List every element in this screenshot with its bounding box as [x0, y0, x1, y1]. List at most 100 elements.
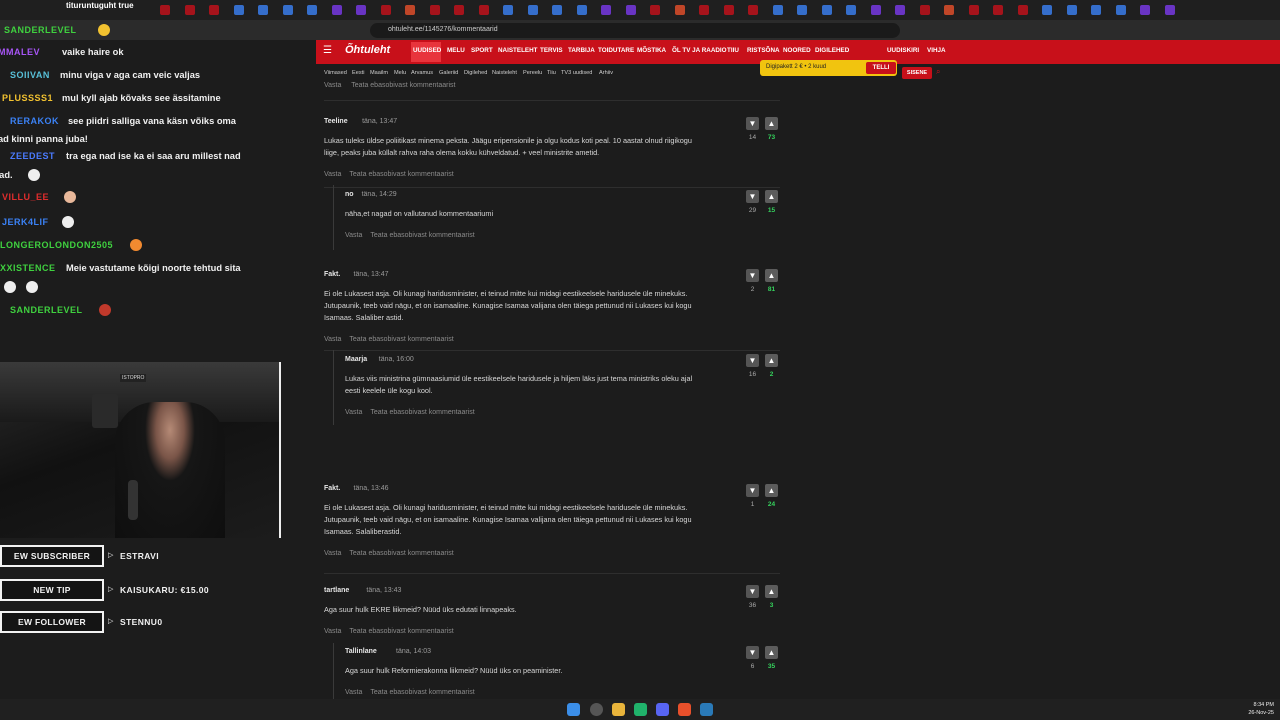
browser-tab[interactable] — [282, 5, 293, 15]
reply-link[interactable]: Vasta — [345, 232, 362, 239]
browser-tab[interactable] — [1042, 5, 1052, 15]
browser-tab[interactable] — [723, 5, 734, 15]
menu-icon[interactable]: ☰ — [323, 45, 332, 56]
subnav-item[interactable]: Digilehed — [464, 70, 487, 76]
report-link[interactable]: Teata ebasobivast kommentaarist — [349, 336, 453, 343]
chat-username[interactable]: SANDERLEVEL — [10, 305, 83, 315]
report-link[interactable]: Teata ebasobivast kommentaarist — [349, 550, 453, 557]
brave-icon[interactable] — [678, 703, 691, 716]
thumbs-down-icon[interactable]: ▼ — [746, 354, 759, 367]
browser-tab[interactable] — [895, 5, 905, 15]
nav-item[interactable]: SPORT — [471, 47, 493, 54]
browser-tab[interactable] — [919, 5, 930, 15]
reply-link[interactable]: Vasta — [345, 409, 362, 416]
report-link[interactable]: Teata ebasobivast kommentaarist — [349, 171, 453, 178]
comment-author[interactable]: tartlane — [324, 587, 349, 594]
discord-icon[interactable] — [656, 703, 669, 716]
browser-tab[interactable] — [160, 5, 170, 15]
browser-tab[interactable] — [552, 5, 562, 15]
subnav-item[interactable]: Arhiiv — [599, 70, 613, 76]
chat-username[interactable]: RERAKOK — [10, 116, 59, 126]
files-icon[interactable] — [612, 703, 625, 716]
thumbs-up-icon[interactable]: ▲ — [765, 484, 778, 497]
browser-tab[interactable] — [380, 5, 391, 15]
thumbs-down-icon[interactable]: ▼ — [746, 484, 759, 497]
browser-tab[interactable] — [233, 5, 244, 15]
reply-link[interactable]: Vasta — [324, 171, 341, 178]
chat-username[interactable]: MMALEV — [0, 47, 40, 57]
reply-link[interactable]: Vasta — [324, 82, 341, 89]
search-icon[interactable]: ⌕ — [936, 67, 940, 77]
app-icon[interactable] — [634, 703, 647, 716]
thumbs-down-icon[interactable]: ▼ — [746, 117, 759, 130]
subnav-item[interactable]: Viimased — [324, 70, 347, 76]
subnav-item[interactable]: Pereelu — [523, 70, 542, 76]
browser-tab[interactable] — [674, 5, 685, 15]
subnav-item[interactable]: Melu — [394, 70, 406, 76]
chat-username[interactable]: PLUSSSS1 — [2, 93, 53, 103]
comment-author[interactable]: Maarja — [345, 356, 367, 363]
subscribe-button[interactable]: TELLI — [866, 62, 896, 74]
nav-item[interactable]: TERVIS — [540, 47, 563, 54]
browser-tab[interactable] — [527, 5, 538, 15]
nav-item[interactable]: TIIU — [727, 47, 739, 54]
search-taskbar-icon[interactable] — [590, 703, 603, 716]
browser-tab[interactable] — [968, 5, 979, 15]
browser-tab[interactable] — [478, 5, 489, 15]
browser-tab[interactable] — [772, 5, 783, 15]
url-field[interactable]: ohtuleht.ee/1145276/kommentaarid — [370, 23, 900, 38]
browser-tab[interactable] — [699, 5, 709, 15]
browser-tab[interactable] — [209, 5, 219, 15]
report-link[interactable]: Teata ebasobivast kommentaarist — [370, 689, 474, 696]
chat-username[interactable]: LONGEROLONDON2505 — [0, 240, 113, 250]
browser-tab[interactable] — [503, 5, 513, 15]
nav-item[interactable]: MELU — [447, 47, 465, 54]
browser-tab[interactable] — [1140, 5, 1150, 15]
nav-item[interactable]: TOIDUTARE — [598, 47, 634, 54]
comment-author[interactable]: Teeline — [324, 118, 348, 125]
chat-username[interactable]: SOIIVAN — [10, 70, 50, 80]
thumbs-up-icon[interactable]: ▲ — [765, 117, 778, 130]
report-link[interactable]: Teata ebasobivast kommentaarist — [349, 628, 453, 635]
chat-username[interactable]: XXISTENCE — [0, 263, 56, 273]
report-link[interactable]: Teata ebasobivast kommentaarist — [370, 232, 474, 239]
browser-tab[interactable] — [846, 5, 856, 15]
report-link[interactable]: Teata ebasobivast kommentaarist — [370, 409, 474, 416]
comment-author[interactable]: Fakt. — [324, 271, 340, 278]
reply-link[interactable]: Vasta — [345, 689, 362, 696]
thumbs-down-icon[interactable]: ▼ — [746, 646, 759, 659]
browser-tab[interactable] — [454, 5, 464, 15]
nav-item[interactable]: TARBIJA — [568, 47, 595, 54]
browser-tab[interactable] — [1115, 5, 1126, 15]
chat-username[interactable]: SANDERLEVEL — [4, 25, 77, 35]
thumbs-up-icon[interactable]: ▲ — [765, 269, 778, 282]
nav-item-right[interactable]: UUDISKIRI — [887, 47, 919, 54]
comment-author[interactable]: no — [345, 191, 354, 198]
browser-tab[interactable] — [797, 5, 807, 15]
comment-author[interactable]: Tallinlane — [345, 648, 377, 655]
chat-username[interactable]: JERK4LIF — [2, 217, 49, 227]
subnav-item[interactable]: Naisteleht — [492, 70, 517, 76]
comment-author[interactable]: Fakt. — [324, 485, 340, 492]
nav-item[interactable]: NAISTELEHT — [498, 47, 538, 54]
browser-tab[interactable] — [944, 5, 954, 15]
browser-tab[interactable] — [429, 5, 440, 15]
browser-tab[interactable] — [650, 5, 660, 15]
thumbs-up-icon[interactable]: ▲ — [765, 354, 778, 367]
thumbs-down-icon[interactable]: ▼ — [746, 585, 759, 598]
browser-tab[interactable] — [870, 5, 881, 15]
nav-item[interactable]: DIGILEHED — [815, 47, 849, 54]
thumbs-down-icon[interactable]: ▼ — [746, 190, 759, 203]
browser-tab[interactable] — [1091, 5, 1101, 15]
browser-tab[interactable] — [405, 5, 415, 15]
thumbs-up-icon[interactable]: ▲ — [765, 585, 778, 598]
browser-tab[interactable] — [184, 5, 195, 15]
subnav-item[interactable]: Arvamus — [411, 70, 433, 76]
nav-item[interactable]: UUDISED — [413, 47, 441, 54]
site-logo[interactable]: Õhtuleht — [345, 44, 390, 56]
browser-tab[interactable] — [993, 5, 1003, 15]
reply-link[interactable]: Vasta — [324, 550, 341, 557]
report-link[interactable]: Teata ebasobivast kommentaarist — [351, 82, 455, 89]
login-button[interactable]: SISENE — [902, 67, 932, 79]
subnav-item[interactable]: Maailm — [370, 70, 388, 76]
